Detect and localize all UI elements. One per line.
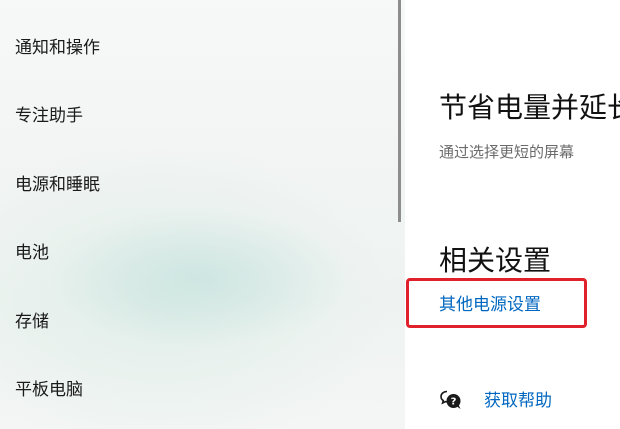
get-help-link[interactable]: 获取帮助 bbox=[484, 391, 552, 411]
save-power-title: 节省电量并延长 bbox=[439, 91, 620, 124]
sidebar-item-storage[interactable]: 存储 bbox=[15, 312, 49, 332]
sidebar-item-focus-assist[interactable]: 专注助手 bbox=[15, 106, 83, 126]
sidebar-item-battery[interactable]: 电池 bbox=[15, 243, 49, 263]
save-power-description: 通过选择更短的屏幕 bbox=[439, 143, 575, 161]
main-content: 节省电量并延长 通过选择更短的屏幕 相关设置 其他电源设置 ? 获取帮助 bbox=[405, 0, 620, 429]
help-chat-icon: ? bbox=[440, 390, 461, 409]
sidebar-scrollbar[interactable] bbox=[398, 0, 401, 222]
related-settings-title: 相关设置 bbox=[439, 244, 552, 277]
settings-sidebar: 通知和操作 专注助手 电源和睡眠 电池 存储 平板电脑 bbox=[0, 0, 405, 429]
sidebar-item-power-sleep[interactable]: 电源和睡眠 bbox=[15, 175, 100, 195]
sidebar-item-tablet[interactable]: 平板电脑 bbox=[15, 380, 83, 400]
svg-text:?: ? bbox=[451, 397, 457, 408]
highlight-annotation-box bbox=[406, 278, 587, 328]
sidebar-item-notifications[interactable]: 通知和操作 bbox=[15, 38, 100, 58]
